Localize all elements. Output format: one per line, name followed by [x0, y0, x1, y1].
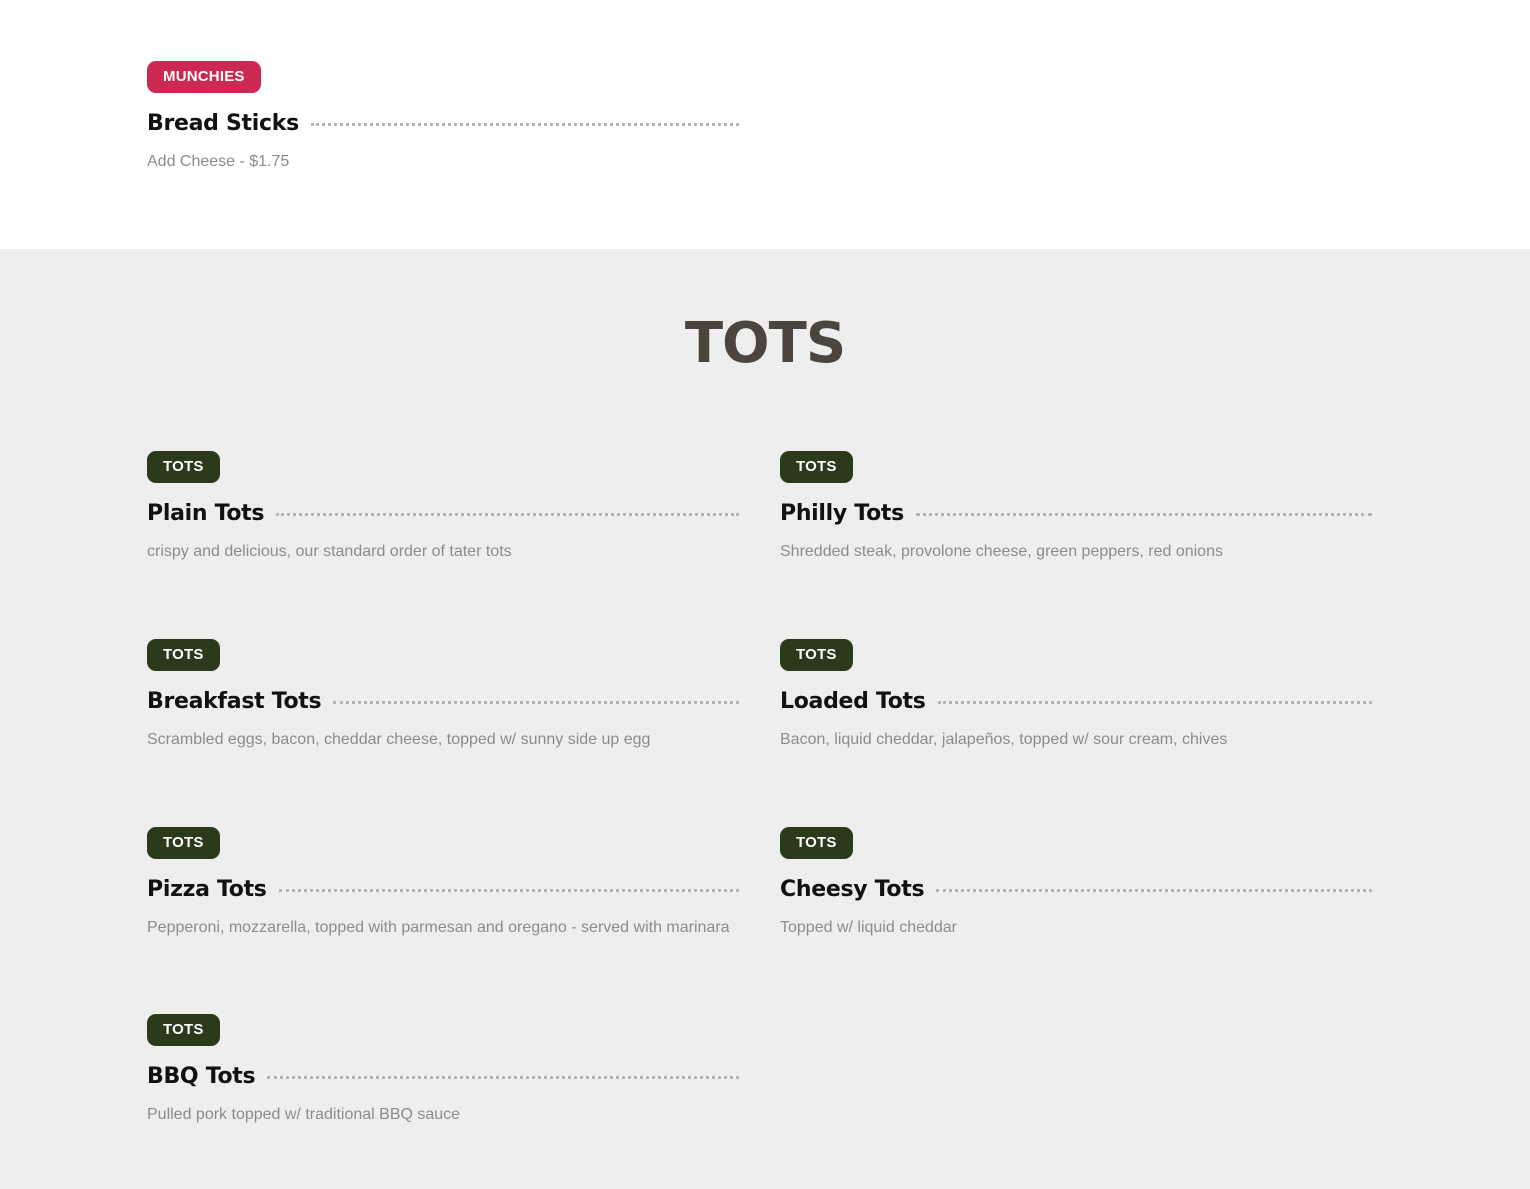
item-title-row: Breakfast Tots — [147, 689, 739, 719]
item-description: Bacon, liquid cheddar, jalapeños, topped… — [780, 731, 1228, 748]
item-title-row: Bread Sticks — [147, 111, 739, 141]
category-badge: TOTS — [780, 451, 853, 483]
item-title: Cheesy Tots — [780, 877, 925, 902]
item-title-row: Cheesy Tots — [780, 877, 1372, 907]
category-badge: TOTS — [147, 451, 220, 483]
category-badge: TOTS — [147, 639, 220, 671]
dotted-leader — [310, 123, 739, 126]
item-title: BBQ Tots — [147, 1064, 256, 1089]
item-title: Philly Tots — [780, 501, 904, 526]
item-title-row: Plain Tots — [147, 501, 739, 531]
item-title-row: Philly Tots — [780, 501, 1372, 531]
category-badge: MUNCHIES — [147, 61, 261, 93]
item-description: Add Cheese - $1.75 — [147, 153, 290, 170]
menu-item-plain-tots: TOTS Plain Tots crispy and delicious, ou… — [147, 451, 739, 561]
category-badge: TOTS — [780, 827, 853, 859]
category-badge: TOTS — [147, 1014, 220, 1046]
item-title: Bread Sticks — [147, 111, 299, 136]
item-description: Shredded steak, provolone cheese, green … — [780, 543, 1223, 560]
item-title-row: Pizza Tots — [147, 877, 739, 907]
dotted-leader — [278, 889, 739, 892]
item-description: Topped w/ liquid cheddar — [780, 919, 958, 936]
category-badge: TOTS — [780, 639, 853, 671]
menu-item-philly-tots: TOTS Philly Tots Shredded steak, provolo… — [780, 451, 1372, 561]
dotted-leader — [276, 513, 739, 516]
menu-item-cheesy-tots: TOTS Cheesy Tots Topped w/ liquid chedda… — [780, 827, 1372, 937]
dotted-leader — [937, 701, 1372, 704]
dotted-leader — [915, 513, 1372, 516]
dotted-leader — [936, 889, 1372, 892]
item-title-row: BBQ Tots — [147, 1064, 739, 1094]
category-badge: TOTS — [147, 827, 220, 859]
menu-item-pizza-tots: TOTS Pizza Tots Pepperoni, mozzarella, t… — [147, 827, 739, 937]
item-description: crispy and delicious, our standard order… — [147, 543, 512, 560]
menu-item-breakfast-tots: TOTS Breakfast Tots Scrambled eggs, baco… — [147, 639, 739, 749]
item-description: Pulled pork topped w/ traditional BBQ sa… — [147, 1106, 461, 1123]
item-title: Breakfast Tots — [147, 689, 322, 714]
menu-item-loaded-tots: TOTS Loaded Tots Bacon, liquid cheddar, … — [780, 639, 1372, 749]
item-title-row: Loaded Tots — [780, 689, 1372, 719]
item-title: Plain Tots — [147, 501, 265, 526]
dotted-leader — [333, 701, 739, 704]
dotted-leader — [267, 1076, 739, 1079]
menu-item-bbq-tots: TOTS BBQ Tots Pulled pork topped w/ trad… — [147, 1014, 739, 1124]
item-description: Pepperoni, mozzarella, topped with parme… — [147, 919, 730, 936]
section-heading: TOTS — [684, 311, 846, 376]
item-description: Scrambled eggs, bacon, cheddar cheese, t… — [147, 731, 651, 748]
menu-item-bread-sticks: MUNCHIES Bread Sticks Add Cheese - $1.75 — [147, 61, 739, 171]
item-title: Loaded Tots — [780, 689, 926, 714]
item-title: Pizza Tots — [147, 877, 267, 902]
